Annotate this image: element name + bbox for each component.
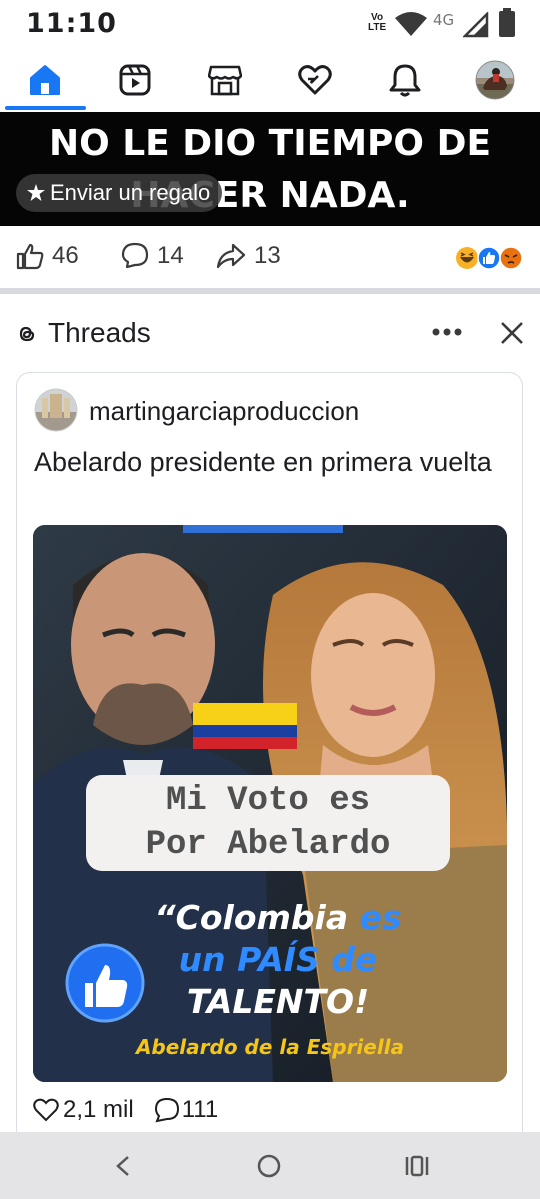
- active-tab-indicator: [5, 106, 86, 110]
- slogan-text: “Colombia es un PAÍS de TALENTO!: [154, 898, 402, 1021]
- share-icon: [216, 243, 246, 269]
- share-button[interactable]: 13: [216, 242, 281, 270]
- status-time: 11:10: [26, 8, 117, 39]
- close-icon[interactable]: [500, 321, 524, 345]
- threads-icon: [19, 326, 35, 342]
- recent-apps-icon[interactable]: [404, 1155, 430, 1177]
- tab-home[interactable]: [0, 48, 90, 112]
- speech-bubble-icon: [154, 1097, 179, 1123]
- status-bar: 11:10 Vo LTE 4G: [0, 0, 540, 48]
- send-gift-label: Enviar un regalo: [50, 180, 211, 205]
- wifi-icon: [395, 12, 427, 36]
- post-comment-count: 111: [181, 1096, 219, 1123]
- tab-profile[interactable]: [450, 48, 540, 112]
- post-stats: 2,1 mil 111: [33, 1096, 218, 1124]
- angry-icon: [499, 246, 523, 270]
- reaction-bar: 46 14 13: [0, 226, 540, 288]
- vote-sign: Mi Voto es Por Abelardo: [86, 775, 450, 871]
- post-comment-button[interactable]: 111: [154, 1096, 218, 1124]
- slogan-signature: Abelardo de la Espriella: [135, 1035, 405, 1059]
- main-navigation: [0, 48, 540, 112]
- system-navigation-bar: [0, 1132, 540, 1199]
- comment-button[interactable]: 14: [121, 242, 184, 270]
- home-icon: [30, 65, 60, 95]
- post-text: Abelardo presidente en primera vuelta: [34, 447, 492, 477]
- volte-indicator: Vo LTE: [368, 12, 387, 33]
- comment-icon: [121, 242, 149, 269]
- marketplace-icon: [208, 65, 242, 96]
- like-button[interactable]: 46: [16, 242, 79, 270]
- dating-icon: [298, 65, 332, 95]
- post-like-button[interactable]: 2,1 mil: [33, 1096, 134, 1124]
- home-button-icon[interactable]: [257, 1154, 281, 1178]
- comment-count: 14: [157, 242, 184, 269]
- like-icon: [16, 243, 44, 270]
- like-count: 46: [52, 242, 79, 269]
- like-reaction-icon: [477, 246, 501, 270]
- reaction-emojis[interactable]: [455, 246, 525, 270]
- more-icon[interactable]: [432, 328, 462, 336]
- battery-icon: [499, 8, 515, 37]
- feed-divider: [0, 288, 540, 294]
- author-avatar[interactable]: [34, 388, 78, 432]
- heart-icon: [33, 1098, 59, 1122]
- tab-notifications[interactable]: [360, 48, 450, 112]
- profile-avatar: [475, 60, 515, 100]
- reels-icon: [119, 64, 151, 96]
- threads-header: Threads: [0, 300, 540, 364]
- haha-icon: [456, 247, 478, 269]
- post-image[interactable]: Mi Voto es Por Abelardo “Colombia es un …: [33, 525, 507, 1082]
- post-like-count: 2,1 mil: [63, 1096, 134, 1123]
- video-player[interactable]: NO LE DIO TIEMPO DE HACER NADA. Enviar u…: [0, 112, 540, 226]
- tab-marketplace[interactable]: [180, 48, 270, 112]
- threads-label: Threads: [48, 317, 151, 348]
- author-username[interactable]: martingarciaproduccion: [89, 396, 359, 427]
- tab-dating[interactable]: [270, 48, 360, 112]
- back-icon[interactable]: [114, 1155, 132, 1177]
- signal-icon: [463, 12, 489, 38]
- send-gift-button[interactable]: Enviar un regalo: [16, 174, 223, 212]
- tab-reels[interactable]: [90, 48, 180, 112]
- network-type: 4G: [433, 11, 455, 29]
- share-count: 13: [254, 242, 281, 269]
- notifications-icon: [389, 64, 421, 97]
- gift-icon: [27, 184, 45, 201]
